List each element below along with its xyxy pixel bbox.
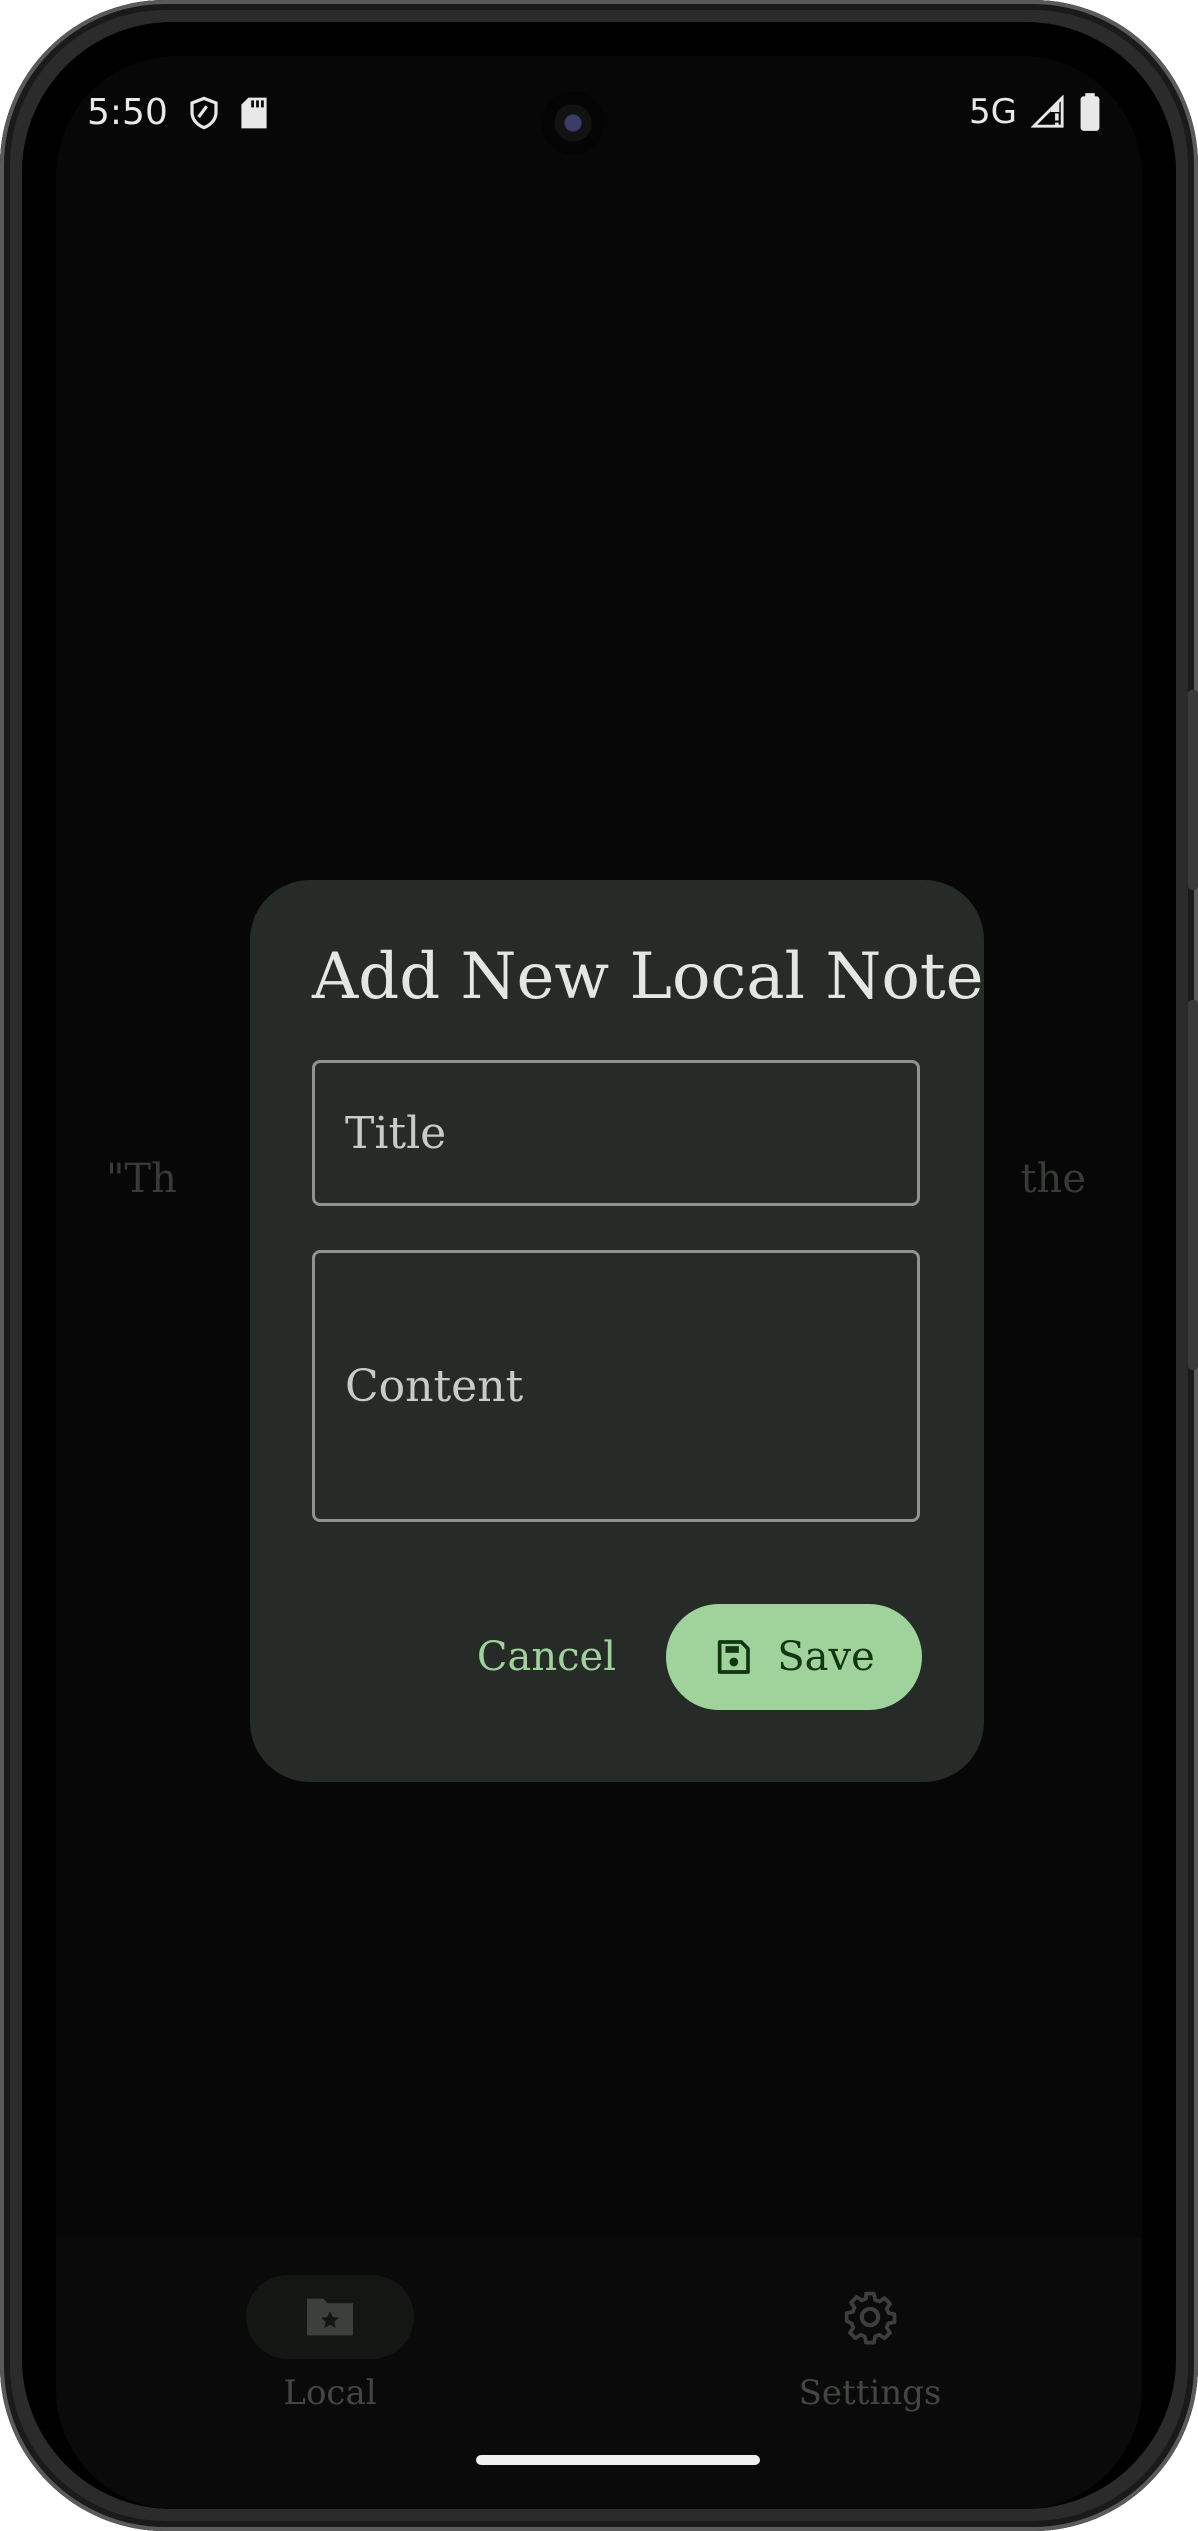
home-indicator[interactable] (476, 2455, 760, 2465)
shield-icon (190, 96, 218, 129)
status-bar-right: 5G (969, 92, 1101, 132)
title-placeholder: Title (345, 1107, 447, 1159)
front-camera (542, 92, 604, 154)
signal-icon (1031, 95, 1064, 128)
save-label: Save (777, 1634, 875, 1680)
volume-button (1188, 690, 1198, 890)
status-bar-left: 5:50 (87, 92, 268, 133)
dialog-title: Add New Local Note (312, 940, 984, 1014)
power-button (1188, 1000, 1198, 1370)
network-type: 5G (969, 92, 1017, 132)
status-time: 5:50 (87, 92, 168, 133)
phone-frame: "Th the Local Settings Add New Local Not… (0, 0, 1198, 2531)
save-button[interactable]: Save (666, 1604, 922, 1710)
battery-icon (1080, 93, 1100, 131)
add-note-dialog: Add New Local Note Title Content Cancel (250, 880, 984, 1782)
dialog-actions: Cancel Save (477, 1604, 922, 1710)
app-window: "Th the Local Settings Add New Local Not… (56, 56, 1142, 2509)
title-input[interactable]: Title (312, 1060, 920, 1206)
content-input[interactable]: Content (312, 1250, 920, 1522)
cancel-button[interactable]: Cancel (477, 1614, 616, 1700)
sd-card-icon (241, 97, 267, 128)
screen: "Th the Local Settings Add New Local Not… (22, 22, 1176, 2509)
content-placeholder: Content (345, 1360, 524, 1412)
save-icon (718, 1640, 751, 1674)
